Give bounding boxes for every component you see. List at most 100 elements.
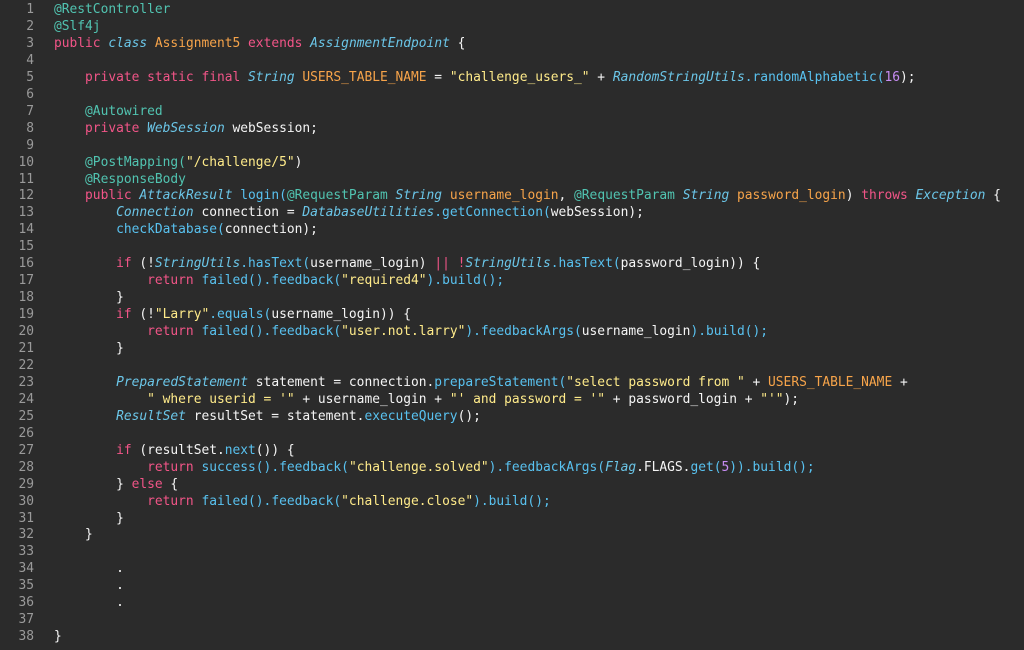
code-line: 8 private WebSession webSession; bbox=[0, 120, 1024, 137]
code-token-keyword: if bbox=[54, 307, 140, 323]
line-number: 2 bbox=[26, 18, 34, 34]
code-token-plain: (! bbox=[139, 307, 155, 323]
code-token-class: USERS_TABLE_NAME bbox=[294, 69, 427, 85]
code-text: private WebSession webSession; bbox=[54, 120, 318, 137]
code-token-class: USERS_TABLE_NAME bbox=[768, 374, 893, 390]
line-number: 28 bbox=[18, 459, 34, 475]
line-number: 29 bbox=[18, 476, 34, 492]
code-token-plain: ); bbox=[900, 69, 916, 85]
code-token-plain: } bbox=[54, 629, 62, 645]
code-token-annotation: @RequestParam bbox=[286, 188, 396, 204]
code-token-plain: resultSet = statement. bbox=[185, 408, 365, 424]
code-token-plain: username_login)) { bbox=[271, 307, 412, 323]
code-line: 12 public AttackResult login(@RequestPar… bbox=[0, 187, 1024, 204]
code-text: return failed().feedback("user.not.larry… bbox=[54, 323, 768, 340]
code-token-string: "challenge.close" bbox=[341, 493, 474, 509]
code-token-method: failed().feedback( bbox=[201, 273, 342, 289]
line-number: 8 bbox=[26, 120, 34, 136]
code-line: 33 bbox=[0, 543, 1024, 560]
code-token-method: next bbox=[224, 442, 256, 458]
code-token-method: failed().feedback( bbox=[201, 324, 342, 340]
code-token-plain: ); bbox=[783, 391, 800, 407]
code-text: . bbox=[54, 594, 124, 611]
code-text: " where userid = '" + username_login + "… bbox=[54, 391, 799, 408]
line-number: 10 bbox=[18, 154, 34, 170]
code-token-plain: webSession); bbox=[550, 205, 644, 221]
code-token-method: .equals( bbox=[209, 307, 272, 323]
code-token-italic: String bbox=[395, 188, 443, 204]
line-number: 11 bbox=[18, 171, 34, 187]
code-token-string: "'" bbox=[760, 391, 784, 407]
code-token-italic: PreparedStatement bbox=[54, 374, 249, 390]
code-token-method: .getConnection( bbox=[434, 205, 551, 221]
code-text: private static final String USERS_TABLE_… bbox=[54, 69, 916, 86]
code-token-plain: (resultSet. bbox=[139, 442, 225, 458]
code-token-keyword: return bbox=[54, 324, 202, 340]
line-number: 21 bbox=[18, 341, 34, 356]
code-token-italic: ResultSet bbox=[54, 408, 186, 424]
code-text: if (resultSet.next()) { bbox=[54, 442, 295, 459]
code-text: @Slf4j bbox=[54, 18, 101, 35]
line-number: 36 bbox=[18, 595, 34, 611]
code-line: 15 bbox=[0, 238, 1024, 255]
code-token-keyword: if bbox=[54, 442, 140, 458]
code-token-annotation: @PostMapping( bbox=[54, 154, 186, 170]
code-token-plain: ()) { bbox=[255, 442, 295, 458]
code-token-method: ).build(); bbox=[473, 493, 551, 509]
code-line: 34 . bbox=[0, 560, 1024, 577]
code-line: 11 @ResponseBody bbox=[0, 171, 1024, 188]
code-token-method: .randomAlphabetic( bbox=[744, 69, 885, 85]
code-token-keyword: extends bbox=[240, 35, 311, 51]
code-line: 5 private static final String USERS_TABL… bbox=[0, 69, 1024, 86]
code-line: 14 checkDatabase(connection); bbox=[0, 221, 1024, 238]
code-line: 9 bbox=[0, 137, 1024, 154]
code-token-number: 16 bbox=[884, 69, 901, 85]
code-text: return success().feedback("challenge.sol… bbox=[54, 459, 815, 476]
code-text: } bbox=[54, 289, 124, 306]
code-token-method: .hasText( bbox=[240, 256, 311, 272]
code-line: 1 @RestController bbox=[0, 1, 1024, 18]
code-token-plain: + username_login + bbox=[294, 391, 450, 407]
code-token-method: ).build(); bbox=[426, 273, 505, 289]
code-line: 27 if (resultSet.next()) { bbox=[0, 442, 1024, 459]
code-token-keyword: private bbox=[54, 120, 148, 136]
code-token-dots: . bbox=[54, 578, 124, 594]
code-line: 36 . bbox=[0, 594, 1024, 611]
code-text: . bbox=[54, 577, 124, 594]
code-token-italic: StringUtils bbox=[465, 256, 551, 272]
line-number: 38 bbox=[18, 629, 34, 645]
line-number: 19 bbox=[18, 307, 34, 323]
line-number: 32 bbox=[18, 527, 34, 543]
code-text: . bbox=[54, 560, 124, 577]
code-text: @Autowired bbox=[54, 103, 163, 120]
code-line: 28 return success().feedback("challenge.… bbox=[0, 459, 1024, 476]
line-number: 6 bbox=[26, 86, 34, 102]
line-number: 22 bbox=[18, 357, 34, 373]
line-number: 15 bbox=[18, 239, 34, 255]
code-line: 16 if (!StringUtils.hasText(username_log… bbox=[0, 255, 1024, 272]
line-number: 17 bbox=[18, 273, 34, 289]
line-number: 26 bbox=[18, 425, 34, 441]
code-token-plain: + bbox=[892, 374, 908, 390]
code-line: 20 return failed().feedback("user.not.la… bbox=[0, 323, 1024, 340]
code-token-plain: } bbox=[54, 510, 124, 526]
code-area[interactable]: 1 @RestController 2 @Slf4j 3 public class Ass… bbox=[0, 0, 1024, 650]
code-token-string: "required4" bbox=[341, 273, 427, 289]
code-token-plain: + bbox=[589, 69, 613, 85]
code-token-method: login( bbox=[232, 188, 287, 204]
code-token-plain: (); bbox=[457, 408, 481, 424]
code-token-string: "challenge.solved" bbox=[348, 459, 489, 475]
code-token-plain: } bbox=[54, 527, 93, 543]
code-token-italic: Connection bbox=[54, 205, 194, 221]
code-token-keyword: || ! bbox=[434, 256, 466, 272]
code-token-italic: AssignmentEndpoint bbox=[310, 35, 450, 51]
code-text: } bbox=[54, 510, 124, 527]
line-number: 14 bbox=[18, 222, 34, 238]
code-line: 30 return failed().feedback("challenge.c… bbox=[0, 493, 1024, 510]
code-token-method: prepareStatement( bbox=[434, 374, 567, 390]
line-number: 4 bbox=[26, 52, 34, 68]
line-number: 37 bbox=[18, 612, 34, 628]
code-token-annotation: @ResponseBody bbox=[54, 171, 186, 187]
code-token-plain: (! bbox=[139, 256, 155, 272]
code-token-annotation: @Autowired bbox=[54, 103, 163, 119]
